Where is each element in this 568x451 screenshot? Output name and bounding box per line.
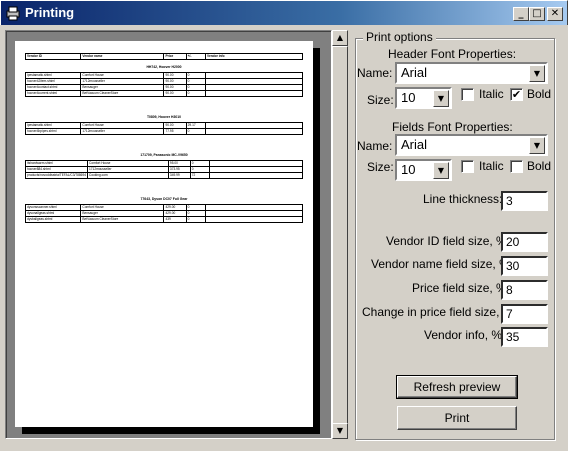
table-cell (205, 128, 303, 135)
table-row: dysballgeas.shtml BetVacuum CleanerStore 4… (24, 216, 303, 223)
vendor-id-size-label: Vendor ID field size, % (386, 234, 507, 248)
line-thickness-input[interactable]: 3 (501, 191, 548, 211)
table-cell: +/- (185, 53, 207, 60)
header-name-label: Name: (357, 66, 393, 80)
table-cell (208, 172, 304, 179)
price-size-input[interactable]: 8 (501, 280, 548, 300)
chevron-down-icon[interactable]: ▼ (433, 90, 449, 107)
table-cell: Price (163, 53, 187, 60)
header-italic-checkbox[interactable] (461, 88, 474, 101)
line-thickness-label: Line thickness: (423, 192, 503, 206)
fields-italic-checkbox[interactable] (461, 160, 474, 173)
preview-header-table: Vendor ID Vendor name Price +/- Vendor info (24, 53, 303, 60)
fields-font-size-combo[interactable]: 10 ▼ (395, 159, 452, 181)
preview-group-table: ipestamatic.shtml Comfort House 90.00 0 hoov… (24, 72, 303, 97)
scroll-down-button[interactable]: ▼ (332, 423, 348, 439)
print-preview-area[interactable]: Vendor ID Vendor name Price +/- Vendor info H… (5, 30, 332, 439)
table-cell: BetVacuum CleanerStore (80, 216, 165, 223)
chevron-down-icon[interactable]: ▼ (433, 162, 449, 179)
table-cell: dysballgeas.shtml (24, 216, 82, 223)
scroll-up-button[interactable]: ▲ (332, 30, 348, 46)
table-cell: products/novoddisstria/TEFAL/C3/788694 (24, 172, 89, 179)
table-row: products/novoddisstria/TEFAL/C3/788694 Co… (24, 172, 304, 179)
minimize-button[interactable]: _ (513, 7, 529, 21)
window-title: Printing (25, 5, 75, 20)
vendor-name-size-label: Vendor name field size, % (371, 257, 510, 271)
scroll-thumb[interactable] (332, 46, 348, 429)
table-cell: Vendor name (80, 53, 165, 60)
table-row: Vendor ID Vendor name Price +/- Vendor info (24, 53, 303, 60)
title-bar[interactable]: Printing _ □ ✕ (0, 0, 568, 25)
table-row: hoover4current.shtml BetVacuum CleanerSto… (24, 90, 303, 97)
preview-group-table: itshardwarm.shtml Comfort House 95.00 0 hoov… (24, 160, 304, 179)
fields-font-size-value: 10 (401, 162, 416, 177)
header-font-size-combo[interactable]: 10 ▼ (395, 87, 452, 109)
vendor-info-size-input[interactable]: 35 (501, 327, 548, 347)
table-cell: 90.00 (163, 90, 187, 97)
print-button[interactable]: Print (397, 406, 517, 430)
fields-bold-checkbox[interactable] (510, 160, 523, 173)
check-mark-icon: ✔ (511, 88, 522, 101)
preview-group-title: T0809, Hoover H3010 (146, 115, 182, 119)
header-size-label: Size: (367, 93, 394, 107)
preview-page: Vendor ID Vendor name Price +/- Vendor info H… (15, 41, 313, 427)
header-font-size-value: 10 (401, 90, 416, 105)
header-font-name-value: Arial (401, 65, 428, 80)
table-cell: 0 (185, 216, 207, 223)
refresh-preview-button[interactable]: Refresh preview (396, 375, 518, 399)
table-cell: 0 (185, 90, 207, 97)
chevron-down-icon[interactable]: ▼ (529, 137, 545, 154)
change-size-input[interactable]: 7 (501, 304, 548, 324)
header-bold-label: Bold (527, 87, 552, 101)
chevron-down-icon[interactable]: ▼ (529, 65, 545, 82)
printer-icon (5, 5, 21, 21)
fields-font-title: Fields Font Properties: (392, 120, 513, 134)
table-row: hoover4bpipes.shtml 1712mousseller 77.95 0 (24, 128, 303, 135)
header-italic-label: Italic (479, 87, 504, 101)
preview-group-table: ipestamatic.shtml Comfort House 90.00 29.17… (24, 122, 303, 135)
table-cell: Vendor ID (24, 53, 82, 60)
fields-bold-label: Bold (527, 159, 552, 173)
print-options-title: Print options (363, 30, 436, 44)
table-cell: 439 (163, 216, 187, 223)
table-cell (205, 90, 303, 97)
fields-font-name-combo[interactable]: Arial ▼ (395, 134, 548, 156)
header-font-name-combo[interactable]: Arial ▼ (395, 62, 548, 84)
vendor-id-size-input[interactable]: 20 (501, 232, 548, 252)
table-cell: 0 (185, 128, 207, 135)
header-font-title: Header Font Properties: (388, 47, 517, 61)
preview-group-title: HH742, Hoover H2000 (146, 65, 182, 69)
table-cell: 72 (189, 172, 210, 179)
vendor-info-size-label: Vendor info, % (424, 328, 503, 342)
preview-scrollbar[interactable]: ▲ ▼ (332, 30, 348, 439)
table-cell: hoover4current.shtml (24, 90, 82, 97)
table-cell: Vendor info (205, 53, 303, 60)
maximize-button[interactable]: □ (529, 7, 545, 21)
fields-font-name-value: Arial (401, 137, 428, 152)
close-button[interactable]: ✕ (547, 7, 563, 21)
preview-group-table: dysonsscanner.shtml Comfort House 429.00 0 d… (24, 204, 303, 223)
preview-group-title: 77643, Dyson DC07 Full Gear (140, 197, 188, 201)
table-cell (205, 216, 303, 223)
vendor-name-size-input[interactable]: 30 (501, 256, 548, 276)
table-cell: hoover4bpipes.shtml (24, 128, 82, 135)
fields-italic-label: Italic (479, 159, 504, 173)
table-cell: BetVacuum CleanerStore (80, 90, 165, 97)
change-size-label: Change in price field size, % (362, 305, 514, 319)
price-size-label: Price field size, % (412, 281, 507, 295)
table-cell: 77.95 (163, 128, 187, 135)
table-cell: 1712mousseller (80, 128, 165, 135)
table-cell: Cooking.com (87, 172, 169, 179)
fields-name-label: Name: (357, 139, 393, 153)
preview-group-title: 171709, Panasonic MC-V9650 (140, 153, 188, 157)
fields-size-label: Size: (367, 160, 394, 174)
header-bold-checkbox[interactable]: ✔ (510, 88, 523, 101)
table-cell: 349.99 (167, 172, 191, 179)
